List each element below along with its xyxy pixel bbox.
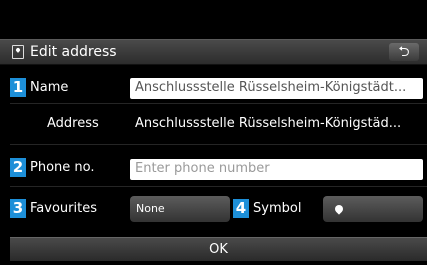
page-title: Edit address [30,44,117,60]
location-pin-icon [12,45,24,59]
header-bar: Edit address ⮌ [0,39,427,65]
location-pin-icon [333,203,345,215]
name-field[interactable]: Anschlussstelle Rüsselsheim-Königstädt..… [130,78,423,99]
symbol-dropdown[interactable] [323,196,423,222]
top-strip [0,0,427,39]
ok-button[interactable]: OK [10,237,427,261]
badge-3: 3 [10,199,26,218]
favourites-dropdown[interactable]: None [130,196,230,222]
divider [10,144,427,145]
badge-1: 1 [10,78,26,97]
name-label: Name [30,80,69,95]
symbol-label: Symbol [253,201,302,216]
address-value: Anschlussstelle Rüsselsheim-Königstäd... [135,116,402,131]
favourites-label: Favourites [30,201,97,216]
phone-field[interactable]: Enter phone number [130,159,423,180]
address-label: Address [47,116,99,131]
back-button[interactable]: ⮌ [389,43,419,61]
divider [10,186,427,187]
badge-4: 4 [233,199,249,218]
phone-label: Phone no. [30,160,95,175]
badge-2: 2 [10,158,26,177]
divider [10,103,427,104]
form-area: 1 Name Anschlussstelle Rüsselsheim-König… [0,65,427,265]
